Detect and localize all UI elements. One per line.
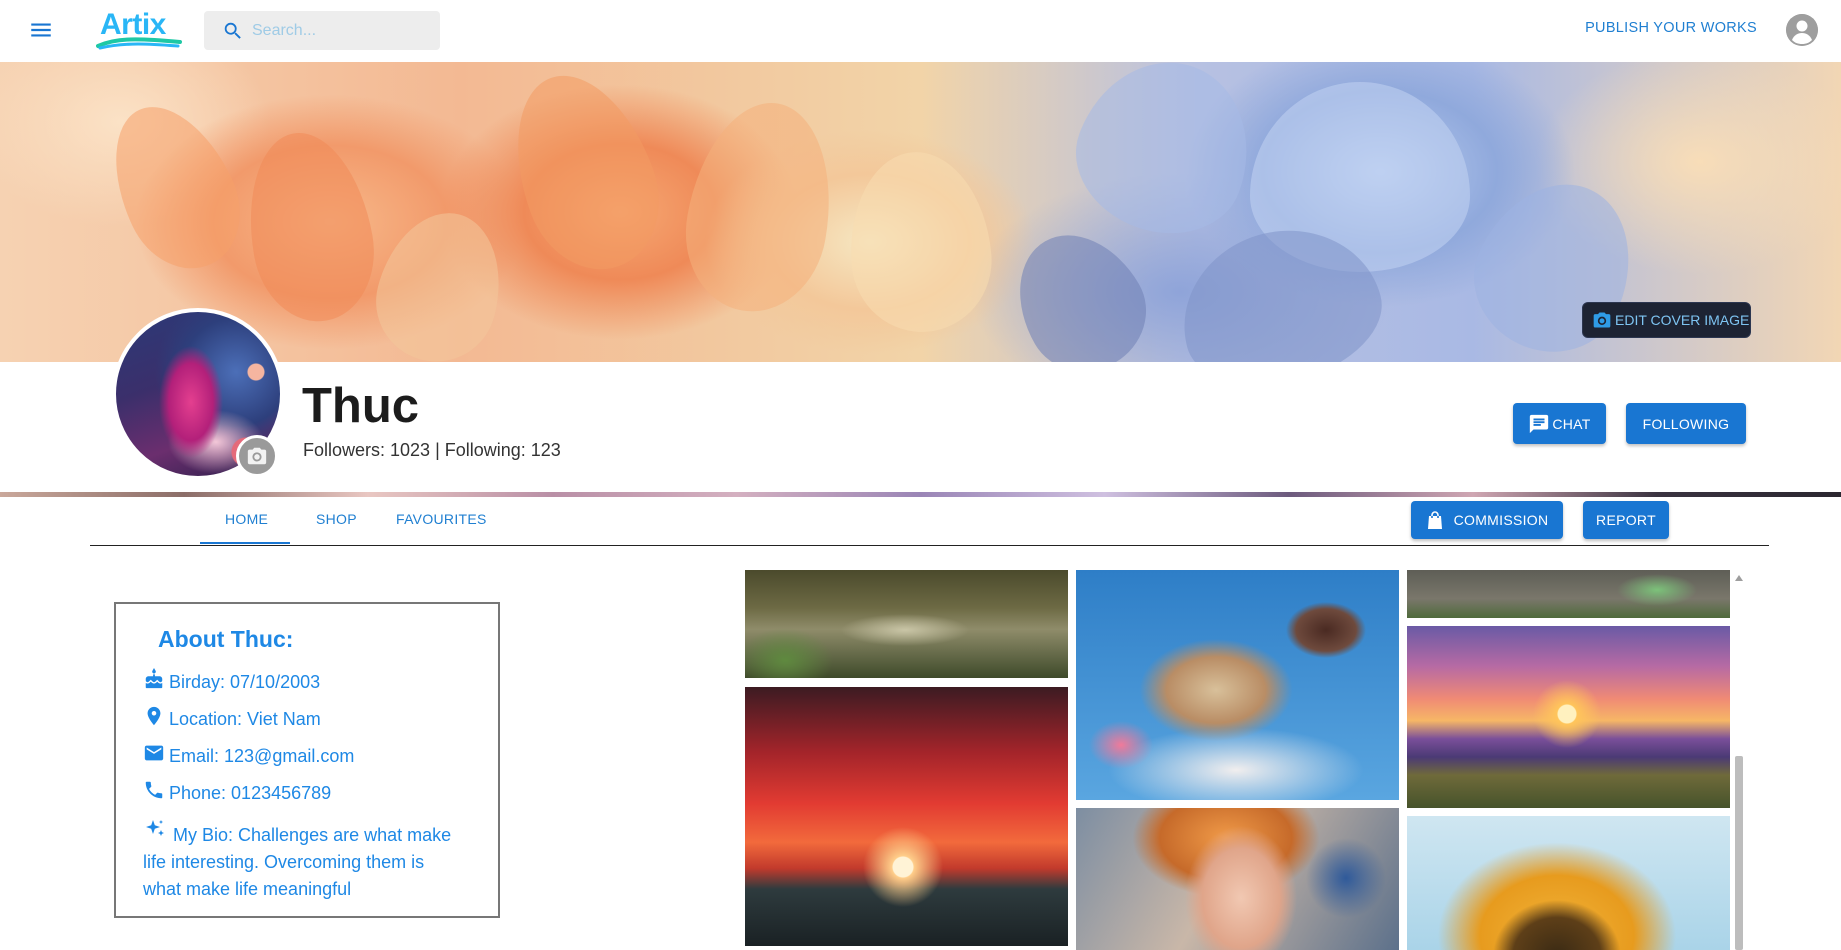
birthday-text: Birday: 07/10/2003 [169, 672, 321, 692]
chat-icon [1528, 413, 1550, 435]
garden-wall-artwork[interactable] [1407, 570, 1730, 618]
following-button[interactable]: FOLLOWING [1626, 403, 1746, 444]
artix-logo[interactable]: Artix [96, 8, 182, 50]
chat-button[interactable]: CHAT [1513, 403, 1606, 444]
commission-button[interactable]: COMMISSION [1411, 501, 1563, 539]
email-row: Email: 123@gmail.com [143, 745, 355, 767]
edit-cover-image-label: EDIT COVER IMAGE [1615, 312, 1750, 328]
about-card: About Thuc: Birday: 07/10/2003 Location:… [114, 602, 500, 918]
camera-icon [246, 445, 268, 467]
phone-row: Phone: 0123456789 [143, 781, 332, 804]
location-pin-icon [143, 705, 165, 727]
camera-icon [1592, 310, 1612, 330]
tab-shop[interactable]: SHOP [316, 511, 357, 527]
tab-favourites[interactable]: FAVOURITES [396, 511, 487, 527]
scroll-up-arrow-icon[interactable] [1734, 574, 1744, 582]
birthday-row: Birday: 07/10/2003 [143, 668, 321, 693]
email-text: Email: 123@gmail.com [169, 746, 355, 766]
sparkles-icon [143, 818, 167, 842]
tab-home[interactable]: HOME [225, 511, 268, 527]
girl-portrait-artwork[interactable] [1076, 808, 1399, 950]
red-sunset-artwork[interactable] [745, 687, 1068, 946]
about-title: About Thuc: [158, 626, 294, 652]
commission-label: COMMISSION [1453, 512, 1549, 528]
phone-text: Phone: 0123456789 [169, 783, 332, 803]
location-text: Location: Viet Nam [169, 709, 321, 729]
follow-stats: Followers: 1023 | Following: 123 [303, 440, 561, 460]
top-app-bar: Artix PUBLISH YOUR WORKS [0, 0, 1841, 62]
phone-icon [143, 779, 165, 801]
bio-text: My Bio: Challenges are what make life in… [143, 825, 452, 899]
change-avatar-button[interactable] [236, 435, 278, 477]
cake-icon [143, 668, 165, 690]
search-box[interactable] [204, 11, 440, 50]
shopping-bag-icon [1426, 510, 1444, 530]
search-input[interactable] [252, 19, 432, 43]
food-diorama-artwork[interactable] [1076, 570, 1399, 800]
mountain-lake-sunset-artwork[interactable] [1407, 626, 1730, 808]
profile-name: Thuc [302, 379, 420, 433]
sunflower-artwork[interactable] [1407, 816, 1730, 950]
edit-cover-image-button[interactable]: EDIT COVER IMAGE [1582, 302, 1751, 338]
scrollbar-thumb[interactable] [1735, 756, 1743, 950]
logo-wave [96, 37, 182, 50]
publish-your-works-link[interactable]: PUBLISH YOUR WORKS [1585, 20, 1757, 36]
gallery-scrollbar[interactable] [1733, 570, 1745, 950]
search-icon [222, 20, 244, 42]
chat-label: CHAT [1552, 415, 1591, 432]
cover-image [0, 62, 1841, 362]
swamp-artwork[interactable] [745, 570, 1068, 678]
bio-row: My Bio: Challenges are what make life in… [143, 820, 463, 903]
account-circle-icon[interactable] [1786, 14, 1818, 46]
active-tab-indicator [200, 542, 290, 544]
artwork-gallery [745, 570, 1743, 950]
report-button[interactable]: REPORT [1583, 501, 1669, 539]
email-icon [143, 742, 165, 764]
location-row: Location: Viet Nam [143, 706, 321, 730]
menu-icon[interactable] [28, 17, 54, 43]
